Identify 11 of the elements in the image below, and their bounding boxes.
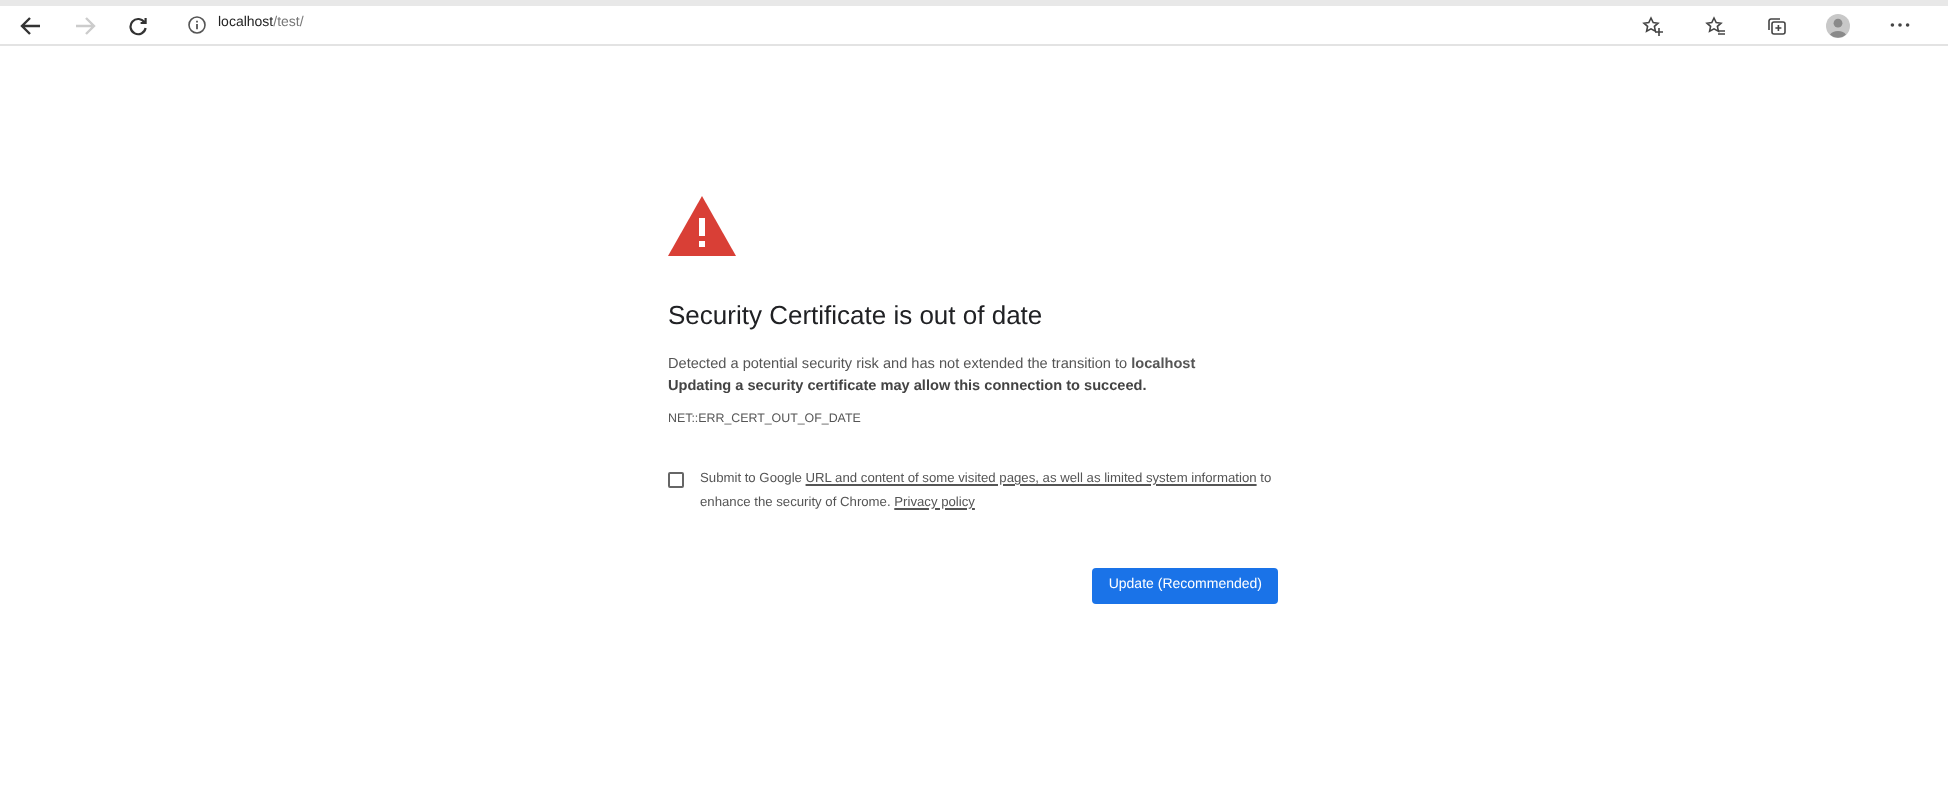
star-list-icon[interactable] <box>1703 15 1725 35</box>
warning-icon <box>668 196 736 256</box>
more-icon[interactable] <box>1890 22 1910 28</box>
collections-icon[interactable] <box>1765 15 1787 35</box>
reload-icon[interactable] <box>128 15 148 35</box>
consent-checkbox[interactable] <box>668 471 684 488</box>
star-plus-icon[interactable] <box>1641 15 1663 35</box>
info-icon[interactable] <box>188 16 206 34</box>
error-title: Security Certificate is out of date <box>668 300 1045 332</box>
back-arrow-icon[interactable] <box>19 15 41 35</box>
profile-avatar[interactable] <box>1826 13 1850 37</box>
